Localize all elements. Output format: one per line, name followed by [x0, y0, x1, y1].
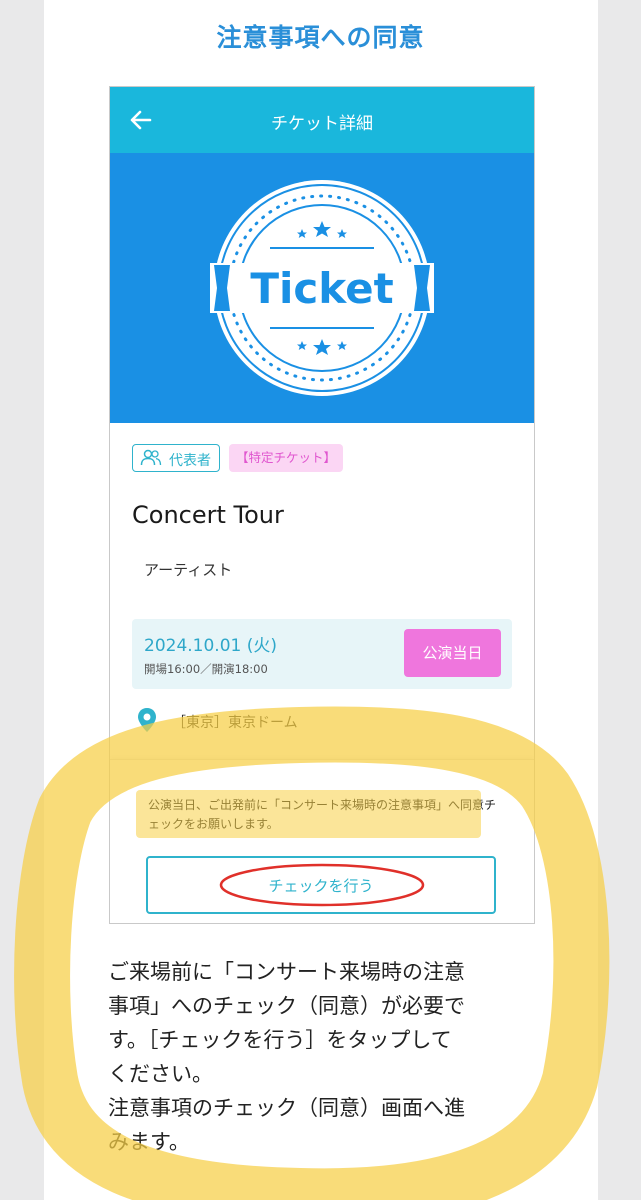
explanation-line: 事項」へのチェック（同意）が必要で: [108, 994, 465, 1018]
page-title: 注意事項への同意: [216, 23, 425, 52]
special-ticket-tag: 【特定チケット】: [229, 444, 343, 472]
representative-tag-label: 代表者: [169, 453, 211, 469]
ticket-stamp-logo: Ticket: [210, 180, 434, 396]
event-title: Concert Tour: [132, 501, 284, 529]
consent-notice: 公演当日、ご出発前に「コンサート来場時の注意事項」へ同意チェックをお願いします。: [148, 798, 497, 831]
ticket-stamp-text: Ticket: [250, 264, 393, 313]
explanation-line: 注意事項のチェック（同意）画面へ進: [108, 1096, 465, 1120]
artist-name: アーティスト: [144, 561, 233, 579]
explanation-line: ご来場前に「コンサート来場時の注意: [108, 960, 465, 984]
map-pin-icon: [138, 708, 156, 732]
check-button[interactable]: チェックを行う: [146, 856, 496, 914]
status-badge: 公演当日: [404, 629, 501, 677]
schedule-box: 2024.10.01 (火) 開場16:00／開演18:00 公演当日: [132, 619, 512, 689]
explanation-text: ご来場前に「コンサート来場時の注意 事項」へのチェック（同意）が必要で す。［チ…: [108, 955, 538, 1159]
users-icon: [140, 449, 162, 466]
venue-text: ［東京］東京ドーム: [172, 715, 298, 731]
explanation-line: す。［チェックを行う］をタップして: [108, 1028, 452, 1052]
ticket-hero-image: Ticket: [110, 153, 534, 423]
consent-check-panel: 公演当日、ご出発前に「コンサート来場時の注意事項」へ同意チェックをお願いします。…: [110, 759, 534, 923]
event-times: 開場16:00／開演18:00: [144, 662, 268, 676]
screen-title: チケット詳細: [271, 114, 373, 134]
explanation-line: ください。: [108, 1062, 213, 1086]
representative-tag: 代表者: [132, 444, 220, 472]
phone-screenshot: チケット詳細 Ticket 代表者 【特定チケット】 Concert Tour …: [109, 86, 535, 924]
explanation-line: みます。: [108, 1130, 190, 1154]
event-date: 2024.10.01 (火): [144, 636, 278, 656]
app-bar: チケット詳細: [110, 87, 534, 153]
